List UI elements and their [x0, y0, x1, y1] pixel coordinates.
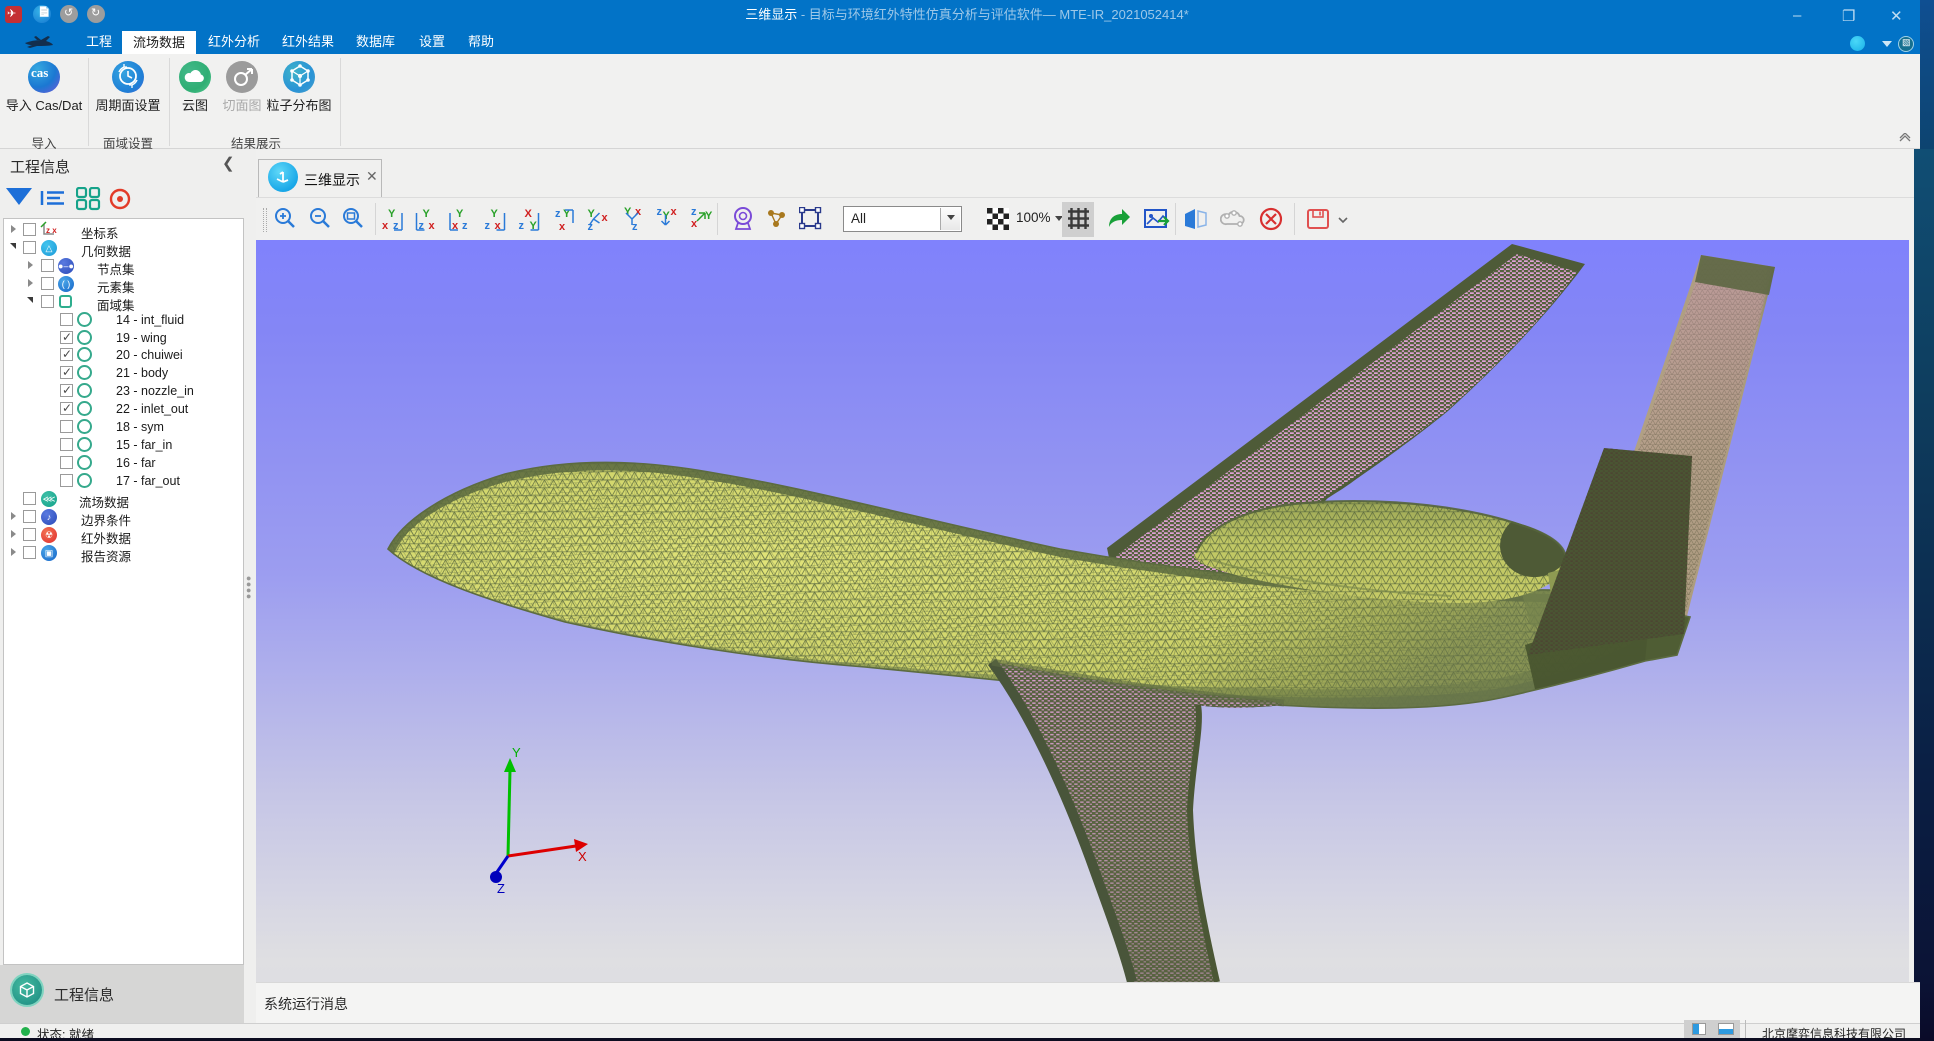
svg-text:Y: Y: [512, 745, 521, 760]
svg-text:z x: z x: [46, 226, 57, 235]
svg-text:z: z: [519, 220, 525, 232]
svg-text:Y: Y: [388, 208, 396, 220]
svg-text:Y: Y: [423, 208, 431, 220]
svg-text:Y: Y: [624, 206, 632, 218]
svg-text:X: X: [525, 208, 533, 220]
svg-text:z: z: [462, 220, 468, 232]
svg-text:Y: Y: [705, 210, 713, 222]
svg-text:X: X: [578, 849, 587, 864]
svg-text:Y: Y: [491, 208, 499, 220]
svg-text:x: x: [691, 218, 698, 230]
svg-text:z: z: [691, 206, 697, 218]
svg-text:z: z: [632, 221, 638, 233]
svg-text:Y: Y: [663, 210, 671, 222]
svg-text:x: x: [671, 206, 678, 218]
svg-text:x: x: [429, 220, 436, 232]
svg-text:z: z: [555, 208, 561, 220]
svg-text:x: x: [559, 221, 566, 233]
svg-text:Y: Y: [456, 208, 464, 220]
svg-text:Z: Z: [497, 881, 505, 896]
svg-text:x: x: [602, 212, 609, 224]
svg-text:x: x: [382, 220, 389, 232]
svg-text:z: z: [485, 220, 491, 232]
svg-text:x: x: [635, 206, 642, 218]
